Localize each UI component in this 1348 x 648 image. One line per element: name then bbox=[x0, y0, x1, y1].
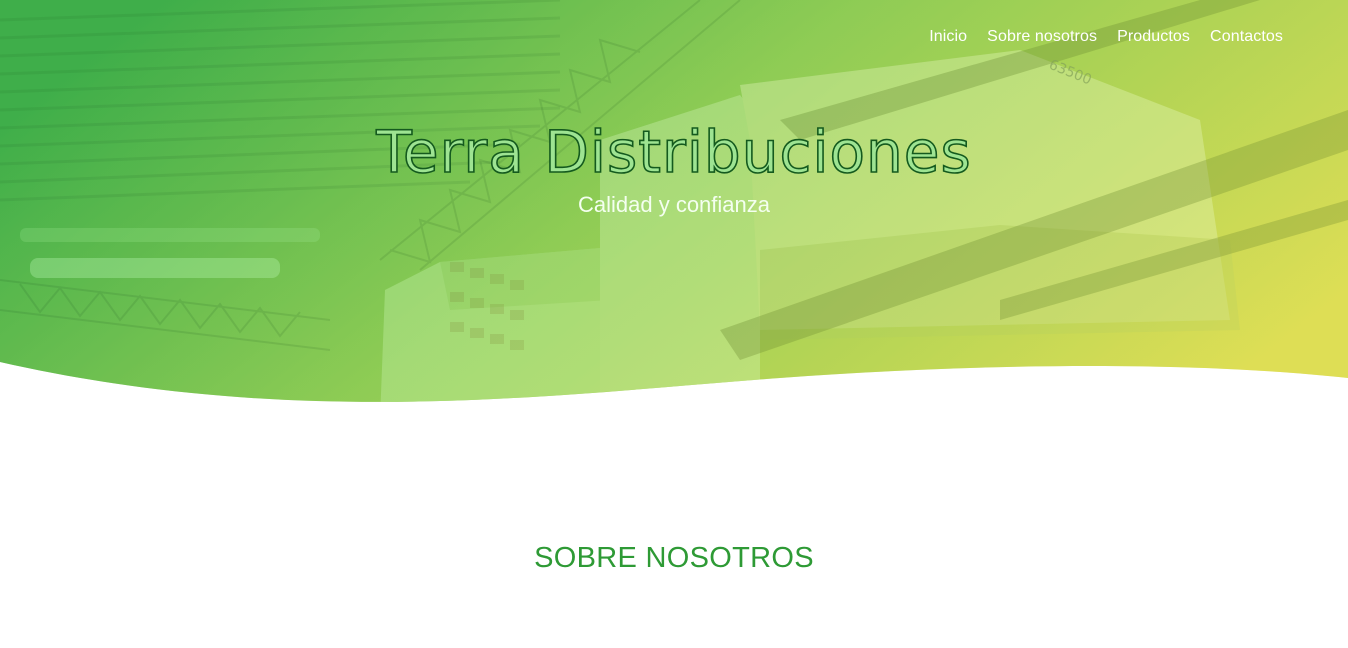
hero-subtitle: Calidad y confianza bbox=[577, 192, 770, 217]
nav-link-productos[interactable]: Productos bbox=[1117, 28, 1190, 46]
nav-link-contactos[interactable]: Contactos bbox=[1210, 28, 1283, 46]
about-section-title: SOBRE NOSOTROS bbox=[534, 542, 814, 574]
hero-title: Terra Distribuciones bbox=[376, 117, 972, 187]
hero-banner: 63500 Inicio Sobre nosotros Productos Co… bbox=[0, 0, 1348, 420]
nav-link-sobre-nosotros[interactable]: Sobre nosotros bbox=[987, 28, 1097, 46]
nav-link-inicio[interactable]: Inicio bbox=[929, 28, 967, 46]
page: 63500 Inicio Sobre nosotros Productos Co… bbox=[0, 0, 1348, 648]
main-navigation: Inicio Sobre nosotros Productos Contacto… bbox=[929, 28, 1283, 46]
